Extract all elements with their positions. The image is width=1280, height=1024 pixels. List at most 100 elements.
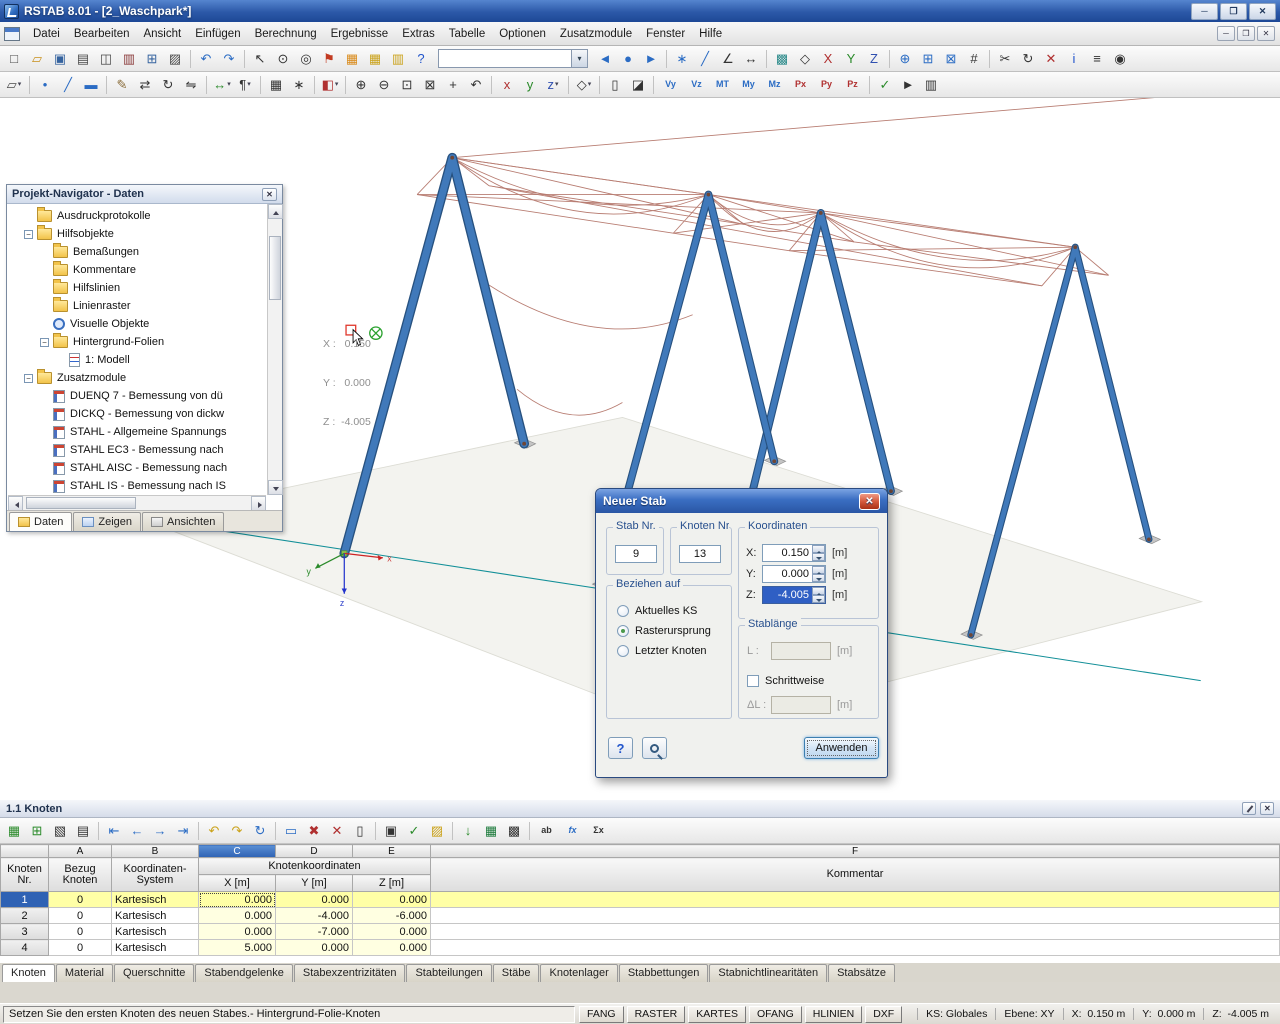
z-cell[interactable]: 0.000 <box>352 891 431 908</box>
tree-item-hintergrund-folien[interactable]: − Hintergrund-Folien <box>8 333 266 351</box>
apply-button[interactable]: Anwenden <box>804 737 879 759</box>
menu-tabelle[interactable]: Tabelle <box>442 24 492 44</box>
print-preview-icon[interactable]: ◫ <box>95 48 117 70</box>
rotate-view-icon[interactable]: ↻ <box>1017 48 1039 70</box>
tree-item-visuelle-objekte[interactable]: Visuelle Objekte <box>8 315 266 333</box>
bezug-cell[interactable]: 0 <box>48 939 112 956</box>
redo-icon[interactable]: ↷ <box>226 820 248 842</box>
table-select-icon[interactable]: ▦ <box>3 820 25 842</box>
numbering-icon[interactable]: # <box>963 48 985 70</box>
tree-item-hilfslinien[interactable]: Hilfslinien <box>8 279 266 297</box>
result-pz-icon[interactable]: Pz <box>840 74 865 96</box>
result-mt-icon[interactable]: MT <box>710 74 735 96</box>
minimize-button[interactable] <box>1191 2 1218 20</box>
project-navigator-icon[interactable]: ▦ <box>341 48 363 70</box>
z-cell[interactable]: 0.000 <box>352 939 431 956</box>
table-tab-knotenlager[interactable]: Knotenlager <box>540 964 618 982</box>
menu-berechnung[interactable]: Berechnung <box>248 24 324 44</box>
system-cell[interactable]: Kartesisch <box>111 939 199 956</box>
delete-row-icon[interactable]: ✖ <box>303 820 325 842</box>
history-back-icon[interactable]: ◄ <box>594 48 616 70</box>
edit-icon[interactable]: ✎ <box>111 74 133 96</box>
tree-item-kommentare[interactable]: Kommentare <box>8 261 266 279</box>
comment-cell[interactable] <box>430 907 1280 924</box>
generators-icon[interactable]: ⊠ <box>940 48 962 70</box>
open-project-icon[interactable]: ▱ <box>26 48 48 70</box>
z-cell[interactable]: 0.000 <box>352 923 431 940</box>
comment-cell[interactable] <box>430 891 1280 908</box>
comment-cell[interactable] <box>430 923 1280 940</box>
navigator-vertical-scrollbar[interactable] <box>267 204 283 495</box>
dialog-close-button[interactable] <box>859 492 880 510</box>
rotate-icon[interactable]: ↻ <box>157 74 179 96</box>
tree-item-stahl-aisc-bemessung-nach[interactable]: STAHL AISC - Bemessung nach <box>8 459 266 477</box>
menu-bearbeiten[interactable]: Bearbeiten <box>67 24 137 44</box>
load-cases-icon[interactable]: ⊞ <box>917 48 939 70</box>
table-tab-material[interactable]: Material <box>55 964 113 982</box>
view-x-icon[interactable]: X <box>817 48 839 70</box>
pan-icon[interactable]: + <box>442 74 464 96</box>
print-icon[interactable]: ▤ <box>72 48 94 70</box>
tree-item-bemassungen[interactable]: Bemaßungen <box>8 243 266 261</box>
formula-icon[interactable]: Σx <box>586 820 611 842</box>
result-vy-icon[interactable]: Vy <box>658 74 683 96</box>
new-member-icon[interactable]: ▬ <box>80 74 102 96</box>
table-tab-stabbettungen[interactable]: Stabbettungen <box>618 964 709 982</box>
result-my-icon[interactable]: My <box>736 74 761 96</box>
x-input[interactable]: 0.150 <box>762 544 826 562</box>
bezug-cell[interactable]: 0 <box>48 923 112 940</box>
insert-node-icon[interactable]: ∗ <box>671 48 693 70</box>
radio-aktuelles-ks[interactable] <box>617 605 629 617</box>
menu-ergebnisse[interactable]: Ergebnisse <box>324 24 396 44</box>
pick-node-button[interactable] <box>642 737 667 759</box>
table-properties-icon[interactable]: ⊞ <box>26 820 48 842</box>
navigator-tab-daten[interactable]: Daten <box>9 512 73 531</box>
table-panel-title-bar[interactable]: 1.1 Knoten <box>0 800 1280 818</box>
navigator-tab-ansichten[interactable]: Ansichten <box>142 512 225 531</box>
table-panel-close-icon[interactable] <box>1260 802 1274 815</box>
dialog-title-bar[interactable]: Neuer Stab <box>596 489 887 513</box>
navigator-close-icon[interactable] <box>262 187 277 201</box>
display-properties-icon[interactable]: ≡ <box>1086 48 1108 70</box>
status-toggle-hlinien[interactable]: HLINIEN <box>804 1005 863 1023</box>
tree-item-stahl-ec3-bemessung-nach[interactable]: STAHL EC3 - Bemessung nach <box>8 441 266 459</box>
row-number-cell[interactable]: 3 <box>0 923 49 940</box>
status-toggle-kartes[interactable]: KARTES <box>688 1005 747 1023</box>
jump-first-icon[interactable]: ⇤ <box>103 820 125 842</box>
col-letter-b[interactable]: B <box>111 844 199 858</box>
axis-z-icon[interactable]: z ▾ <box>542 74 564 96</box>
status-toggle-dxf[interactable]: DXF <box>865 1005 903 1023</box>
result-py-icon[interactable]: Py <box>814 74 839 96</box>
tree-item-ausdruckprotokolle[interactable]: Ausdruckprotokolle <box>8 207 266 225</box>
delete-icon[interactable]: ✕ <box>1040 48 1062 70</box>
help-button[interactable] <box>608 737 633 759</box>
row-number-cell[interactable]: 4 <box>0 939 49 956</box>
z-cell[interactable]: -6.000 <box>352 907 431 924</box>
scroll-thumb[interactable] <box>269 236 281 300</box>
grid-icon[interactable]: ▦ <box>265 74 287 96</box>
stab-nr-input[interactable]: 9 <box>615 545 657 563</box>
magnifier-icon[interactable]: ◎ <box>295 48 317 70</box>
notes-icon[interactable]: ▨ <box>426 820 448 842</box>
col-letter-f[interactable]: F <box>430 844 1280 858</box>
section-box-icon[interactable]: ▯ <box>604 74 626 96</box>
result-vz-icon[interactable]: Vz <box>684 74 709 96</box>
x-cell[interactable]: 0.000 <box>198 907 276 924</box>
insert-member-icon[interactable]: ╱ <box>694 48 716 70</box>
row-number-cell[interactable]: 2 <box>0 907 49 924</box>
refresh-icon[interactable]: ↻ <box>249 820 271 842</box>
col-letter-e[interactable]: E <box>352 844 431 858</box>
zoom-all-icon[interactable]: ⊠ <box>419 74 441 96</box>
maximize-button[interactable] <box>1220 2 1247 20</box>
show-results-icon[interactable]: ✓ <box>874 74 896 96</box>
menu-datei[interactable]: Datei <box>26 24 67 44</box>
model-check-icon[interactable]: ⊕ <box>894 48 916 70</box>
view-z-icon[interactable]: Z <box>863 48 885 70</box>
table-tab-knoten[interactable]: Knoten <box>2 964 55 982</box>
table-tab-stabexzentrizitaeten[interactable]: Stabexzentrizitäten <box>293 964 406 982</box>
menu-zusatzmodule[interactable]: Zusatzmodule <box>553 24 639 44</box>
render-mode-icon[interactable]: ▩ <box>771 48 793 70</box>
radio-rasterursprung[interactable] <box>617 625 629 637</box>
mini-table-icon[interactable]: ▥ <box>387 48 409 70</box>
z-input[interactable]: -4.005 <box>762 586 826 604</box>
